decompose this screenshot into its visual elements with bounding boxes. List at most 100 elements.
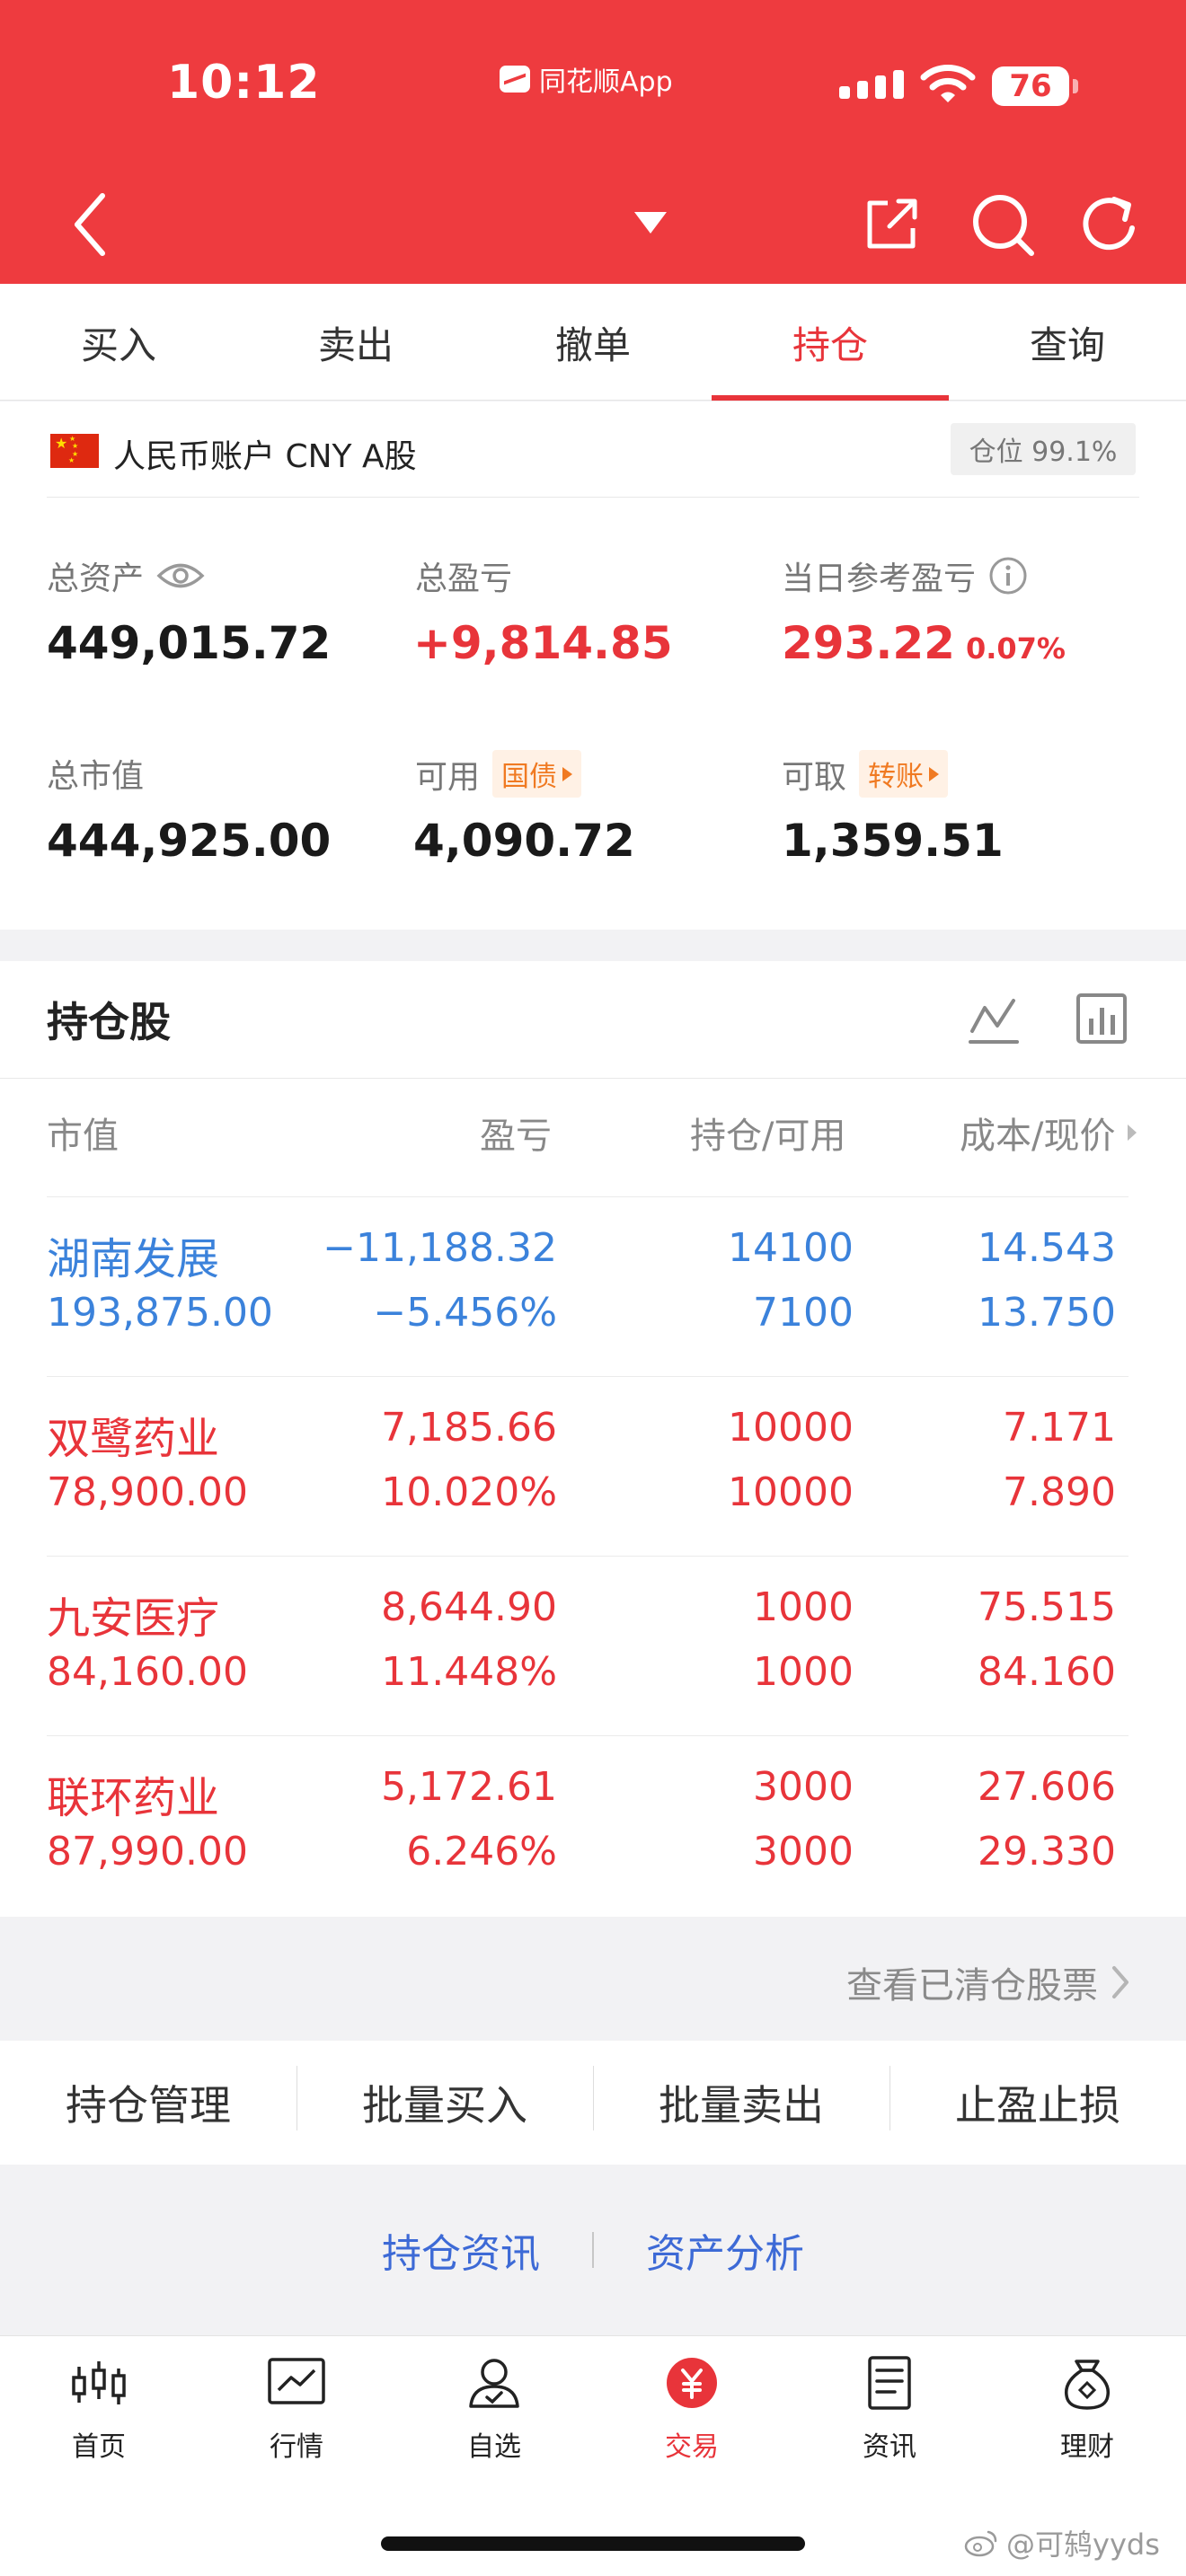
tabbar-item-news[interactable]: 资讯	[791, 2356, 988, 2464]
tabbar-label-market: 行情	[270, 2431, 323, 2463]
market-value-label: 总市值	[47, 750, 144, 797]
stock-available: 7100	[753, 1290, 854, 1336]
row-separator	[47, 1556, 1128, 1557]
row-separator	[47, 1735, 1128, 1736]
trade-tabs: 买入 卖出 撤单 持仓 查询	[0, 284, 1186, 401]
home-indicator[interactable]	[381, 2536, 805, 2551]
china-flag-icon: ★ ★ ★ ★ ★	[50, 434, 99, 468]
info-icon[interactable]	[988, 556, 1028, 595]
eye-icon[interactable]	[156, 560, 205, 591]
stock-position: 14100	[728, 1225, 854, 1271]
stock-name: 湖南发展	[47, 1234, 220, 1284]
stop-profit-loss-button[interactable]: 止盈止损	[890, 2066, 1186, 2132]
stock-pnl-percent: 10.020%	[381, 1469, 557, 1515]
search-icon[interactable]	[970, 192, 1035, 257]
tab-positions[interactable]: 持仓	[712, 284, 949, 401]
back-icon[interactable]	[72, 192, 108, 257]
daily-pnl-value: 293.22	[782, 617, 955, 669]
news-document-icon	[868, 2356, 911, 2410]
bottom-links: 持仓资讯 资产分析	[0, 2165, 1186, 2335]
table-row[interactable]: 联环药业 87,990.00 5,172.61 6.246% 3000 3000…	[0, 1762, 1186, 1942]
stock-pnl-percent: −5.456%	[373, 1290, 557, 1336]
treasury-bond-button[interactable]: 国债	[492, 750, 582, 798]
stock-position: 3000	[753, 1764, 854, 1810]
tabbar-item-watchlist[interactable]: 自选	[395, 2356, 593, 2464]
withdrawable-value: 1,359.51	[782, 815, 1004, 867]
bar-chart-icon[interactable]	[1075, 992, 1128, 1045]
manage-positions-button[interactable]: 持仓管理	[0, 2073, 296, 2132]
tabbar-item-market[interactable]: 行情	[198, 2356, 395, 2464]
tab-cancel-order[interactable]: 撤单	[474, 284, 712, 401]
holdings-news-link[interactable]: 持仓资讯	[382, 2221, 540, 2279]
stock-price: 84.160	[978, 1649, 1116, 1695]
asset-analysis-link[interactable]: 资产分析	[646, 2221, 804, 2279]
withdrawable-label-text: 可取	[782, 758, 847, 796]
refresh-icon[interactable]	[1078, 194, 1141, 257]
tab-sell[interactable]: 卖出	[237, 284, 474, 401]
tabbar-item-trade[interactable]: 交易	[593, 2356, 791, 2464]
stock-pnl: 7,185.66	[381, 1405, 557, 1451]
stock-market-value: 78,900.00	[47, 1469, 248, 1515]
row-separator	[47, 1376, 1128, 1377]
transfer-button[interactable]: 转账	[859, 750, 949, 798]
column-header-cost-price[interactable]: 成本/现价	[960, 1107, 1137, 1159]
column-more-icon	[1128, 1125, 1137, 1141]
market-chart-icon	[268, 2358, 325, 2404]
daily-pnl-value-group: 293.22 0.07%	[782, 617, 1066, 669]
total-pnl-label-text: 总盈亏	[415, 560, 513, 597]
stock-market-value: 193,875.00	[47, 1290, 273, 1336]
stock-price: 13.750	[978, 1290, 1116, 1336]
account-dropdown-icon[interactable]	[633, 208, 668, 237]
available-funds-label: 可用 国债	[415, 750, 582, 798]
account-summary: ★ ★ ★ ★ ★ 人民币账户 CNY A股 仓位 99.1% 总资产 449,…	[0, 401, 1186, 930]
treasury-bond-label: 国债	[501, 761, 558, 793]
stock-cost: 14.543	[978, 1225, 1116, 1271]
batch-sell-button[interactable]: 批量卖出	[593, 2066, 890, 2132]
available-funds-value: 4,090.72	[413, 815, 635, 867]
stock-pnl-percent: 11.448%	[381, 1649, 557, 1695]
tabbar-item-home[interactable]: 首页	[0, 2356, 198, 2464]
total-assets-label-text: 总资产	[47, 560, 145, 597]
chevron-right-icon	[1112, 1966, 1128, 1998]
daily-pnl-label: 当日参考盈亏	[782, 552, 1028, 599]
stock-pnl-percent: 6.246%	[406, 1829, 557, 1875]
column-header-position: 持仓/可用	[690, 1116, 846, 1157]
tab-query[interactable]: 查询	[949, 284, 1186, 401]
stock-price: 29.330	[978, 1829, 1116, 1875]
transfer-label: 转账	[868, 761, 925, 793]
account-type-label[interactable]: 人民币账户 CNY A股	[113, 430, 417, 477]
row-separator	[47, 1196, 1128, 1197]
stock-name: 联环药业	[47, 1773, 220, 1823]
holdings-actions: 持仓管理 批量买入 批量卖出 止盈止损	[0, 2041, 1186, 2165]
position-ratio-badge: 仓位 99.1%	[951, 423, 1136, 475]
tabbar-item-wealth[interactable]: 理财	[988, 2356, 1186, 2464]
tabbar-label-news: 资讯	[863, 2431, 916, 2463]
holdings-title: 持仓股	[47, 998, 171, 1046]
column-header-pnl: 盈亏	[480, 1116, 552, 1157]
share-icon[interactable]	[864, 196, 920, 251]
account-divider	[47, 497, 1139, 498]
daily-pnl-percent: 0.07%	[965, 631, 1066, 666]
status-app-indicator[interactable]: 同花顺App	[500, 59, 673, 99]
cleared-stocks-link[interactable]: 查看已清仓股票	[846, 1956, 1130, 2008]
column-header-market-value: 市值	[47, 1116, 119, 1157]
tabbar-label-trade: 交易	[665, 2431, 719, 2463]
app-logo-icon	[500, 66, 530, 93]
stock-position: 1000	[753, 1584, 854, 1630]
holdings-divider	[0, 1078, 1186, 1079]
stock-market-value: 84,160.00	[47, 1649, 248, 1695]
stock-cost: 7.171	[1003, 1405, 1116, 1451]
withdrawable-label: 可取 转账	[782, 750, 949, 798]
column-header-cost-price-text: 成本/现价	[960, 1116, 1116, 1157]
weibo-logo-icon	[964, 2530, 997, 2557]
tab-buy[interactable]: 买入	[0, 284, 237, 401]
link-separator	[592, 2232, 594, 2268]
cleared-stocks-bar: 查看已清仓股票	[0, 1917, 1186, 2039]
total-pnl-label: 总盈亏	[415, 552, 512, 599]
batch-buy-button[interactable]: 批量买入	[296, 2066, 593, 2132]
line-chart-icon[interactable]	[967, 993, 1021, 1047]
yuan-trade-icon	[667, 2358, 717, 2408]
stock-market-value: 87,990.00	[47, 1829, 248, 1875]
stock-name: 九安医疗	[47, 1593, 220, 1644]
market-value-value: 444,925.00	[47, 815, 332, 867]
